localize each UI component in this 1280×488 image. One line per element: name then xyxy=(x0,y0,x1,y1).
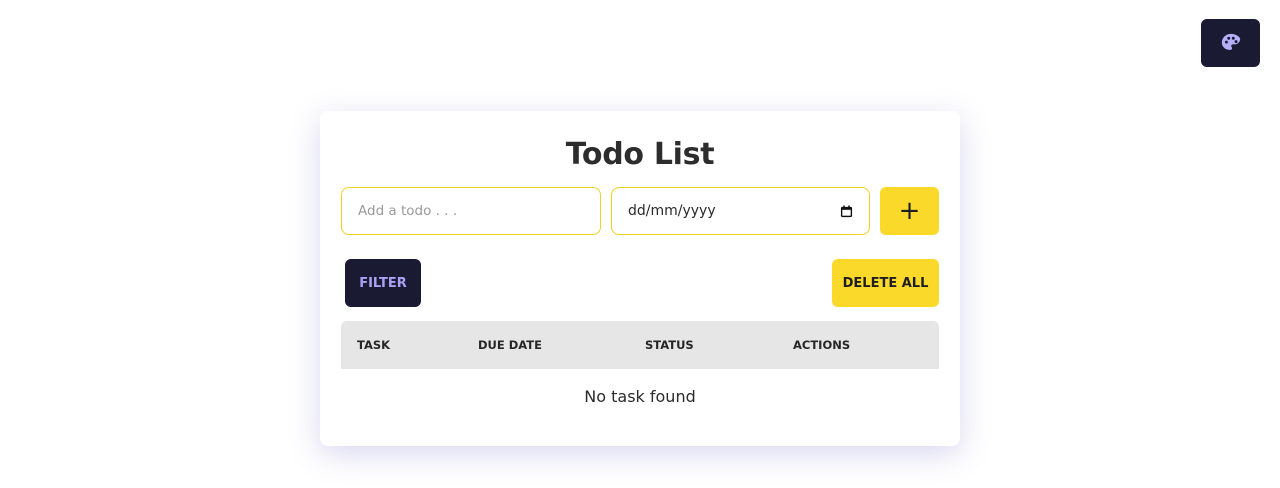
plus-icon: + xyxy=(898,196,921,226)
column-header-status: STATUS xyxy=(645,338,694,352)
todo-input[interactable] xyxy=(341,187,601,235)
empty-state-message: No task found xyxy=(584,387,696,406)
calendar-icon[interactable] xyxy=(840,204,853,218)
column-header-actions: ACTIONS xyxy=(793,338,851,352)
filter-button[interactable]: FILTER xyxy=(345,259,421,307)
table-header: TASK DUE DATE STATUS ACTIONS xyxy=(341,321,939,369)
page-title: Todo List xyxy=(565,137,715,172)
due-date-input[interactable]: dd/mm/yyyy xyxy=(611,187,870,235)
add-todo-button[interactable]: + xyxy=(880,187,939,235)
theme-toggle-button[interactable] xyxy=(1201,19,1260,67)
column-header-due-date: DUE DATE xyxy=(478,338,542,352)
column-header-task: TASK xyxy=(357,338,391,352)
date-placeholder: dd/mm/yyyy xyxy=(628,203,716,219)
todo-card: Todo List dd/mm/yyyy + FILTER DELETE ALL… xyxy=(320,111,960,446)
delete-all-button[interactable]: DELETE ALL xyxy=(832,259,939,307)
palette-icon xyxy=(1221,33,1240,50)
